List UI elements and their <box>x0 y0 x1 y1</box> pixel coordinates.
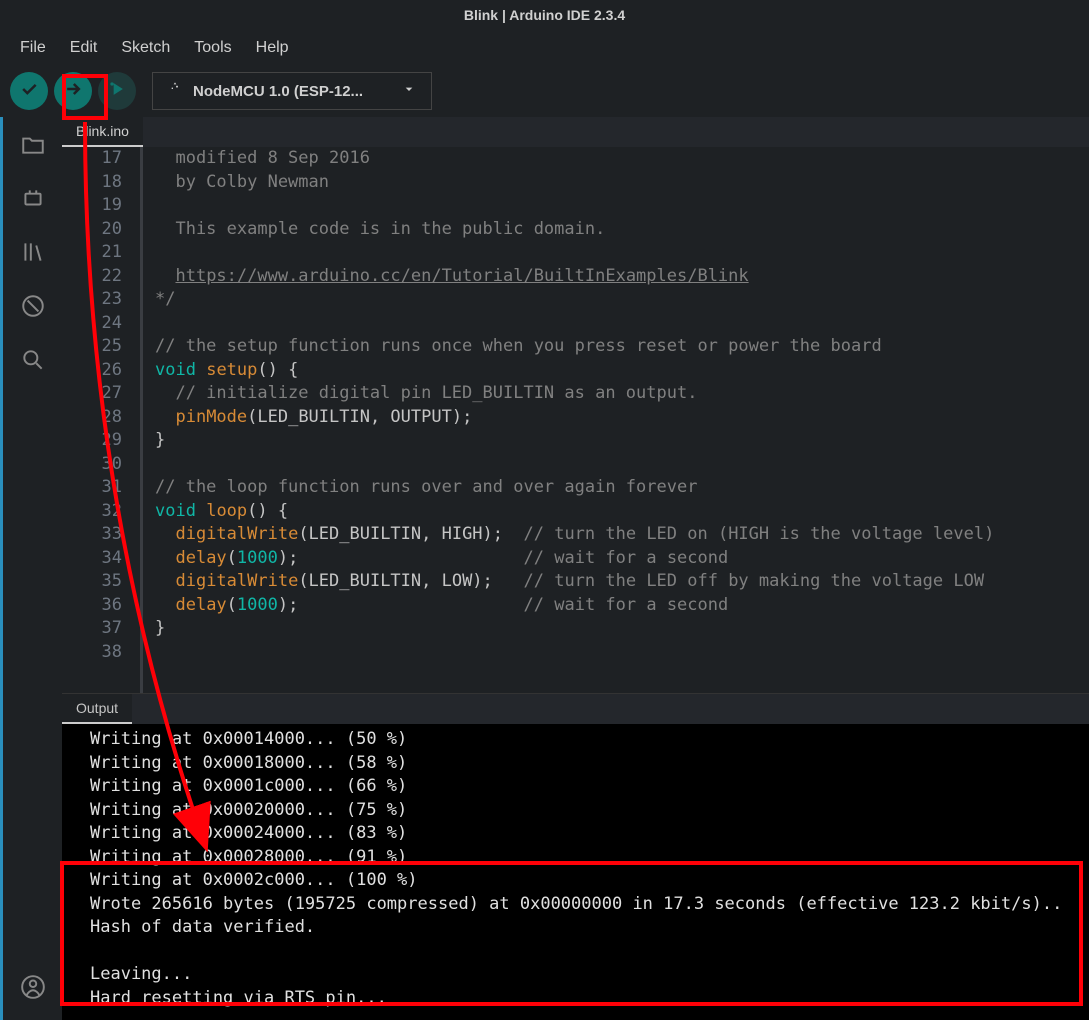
editor-tabs: Blink.ino <box>62 117 1089 147</box>
account-icon[interactable] <box>18 972 48 1002</box>
output-body[interactable]: Writing at 0x00014000... (50 %) Writing … <box>62 724 1089 1020</box>
toolbar: NodeMCU 1.0 (ESP-12... <box>0 65 1089 117</box>
menu-tools[interactable]: Tools <box>184 35 241 61</box>
debug-sidebar-icon[interactable] <box>18 291 48 321</box>
menu-help[interactable]: Help <box>246 35 299 61</box>
search-icon[interactable] <box>18 345 48 375</box>
arrow-right-icon <box>63 79 83 104</box>
title-bar: Blink | Arduino IDE 2.3.4 <box>0 0 1089 30</box>
verify-button[interactable] <box>10 72 48 110</box>
debug-icon <box>107 79 127 104</box>
debug-button[interactable] <box>98 72 136 110</box>
upload-button[interactable] <box>54 72 92 110</box>
code-content[interactable]: modified 8 Sep 2016 by Colby Newman This… <box>140 147 1089 693</box>
menu-sketch[interactable]: Sketch <box>111 35 180 61</box>
code-editor[interactable]: 1718192021222324252627282930313233343536… <box>62 147 1089 693</box>
window-title: Blink | Arduino IDE 2.3.4 <box>464 7 625 23</box>
line-gutter: 1718192021222324252627282930313233343536… <box>62 147 140 693</box>
check-icon <box>19 79 39 104</box>
sketchbook-icon[interactable] <box>18 129 48 159</box>
output-panel: Output Writing at 0x00014000... (50 %) W… <box>62 693 1089 1020</box>
library-manager-icon[interactable] <box>18 237 48 267</box>
board-label: NodeMCU 1.0 (ESP-12... <box>193 83 363 100</box>
activity-bar <box>0 117 62 1020</box>
menu-file[interactable]: File <box>10 35 56 61</box>
boards-manager-icon[interactable] <box>18 183 48 213</box>
board-selector[interactable]: NodeMCU 1.0 (ESP-12... <box>152 72 432 110</box>
menu-bar: File Edit Sketch Tools Help <box>0 30 1089 65</box>
output-tab[interactable]: Output <box>62 694 132 724</box>
usb-icon <box>167 81 183 101</box>
tab-blink[interactable]: Blink.ino <box>62 117 143 147</box>
chevron-down-icon <box>401 81 417 101</box>
menu-edit[interactable]: Edit <box>60 35 108 61</box>
